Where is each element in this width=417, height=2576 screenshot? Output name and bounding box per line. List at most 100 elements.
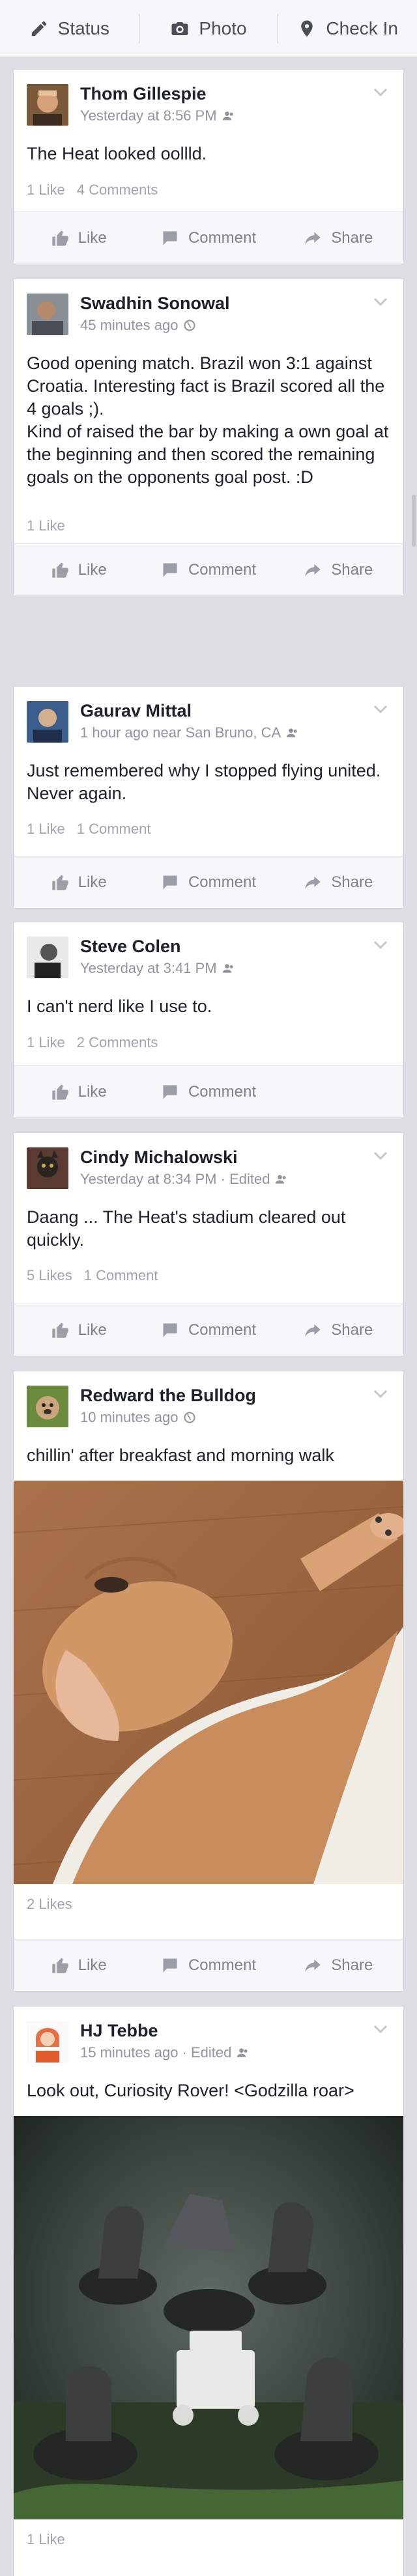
checkin-label: Check In <box>326 18 398 38</box>
status-button[interactable]: Status <box>0 0 139 57</box>
author-name[interactable]: Steve Colen <box>80 937 181 957</box>
like-button[interactable]: Like <box>14 1083 143 1101</box>
share-button[interactable]: Share <box>274 561 403 579</box>
comment-button[interactable]: Comment <box>143 1956 273 1975</box>
comment-count[interactable]: 1 Comment <box>84 1267 158 1284</box>
comment-icon <box>163 231 177 245</box>
post-photo[interactable] <box>14 2116 403 2519</box>
like-label: Like <box>78 228 107 247</box>
action-bar: Like Comment Share <box>14 1304 403 1356</box>
thumbs-up-icon <box>51 562 68 578</box>
comment-button[interactable]: Comment <box>143 561 273 579</box>
comment-icon <box>163 875 177 889</box>
timestamp[interactable]: 10 minutes ago <box>80 1409 178 1426</box>
comment-icon <box>163 1323 177 1337</box>
author-name[interactable]: Redward the Bulldog <box>80 1386 256 1406</box>
author-name[interactable]: HJ Tebbe <box>80 2021 158 2041</box>
chevron-down-icon[interactable] <box>373 705 388 719</box>
share-button[interactable]: Share <box>274 229 403 247</box>
post-counts: 1 Like <box>27 517 65 534</box>
chevron-down-icon[interactable] <box>373 88 388 102</box>
post-counts: 1 Like <box>27 2531 65 2548</box>
timestamp[interactable]: 15 minutes ago · Edited <box>80 2044 231 2061</box>
post-meta: 10 minutes ago <box>80 1409 196 1426</box>
post-meta: Yesterday at 3:41 PM <box>80 960 235 977</box>
share-arrow-icon <box>305 232 321 244</box>
checkin-button[interactable]: Check In <box>278 0 417 57</box>
post-meta: Yesterday at 8:34 PM · Edited <box>80 1171 288 1188</box>
author-name[interactable]: Thom Gillespie <box>80 84 207 104</box>
share-label: Share <box>331 873 373 891</box>
comment-button[interactable]: Comment <box>143 229 273 247</box>
post-card: Redward the Bulldog 10 minutes ago chill… <box>13 1371 404 1992</box>
share-label: Share <box>331 1321 373 1339</box>
timestamp[interactable]: Yesterday at 3:41 PM <box>80 960 217 977</box>
chevron-down-icon[interactable] <box>373 297 388 312</box>
like-count[interactable]: 1 Like <box>27 517 65 534</box>
avatar[interactable] <box>27 84 68 126</box>
like-label: Like <box>78 1321 107 1339</box>
comment-label: Comment <box>188 228 256 247</box>
timestamp[interactable]: 1 hour ago near San Bruno, CA <box>80 724 281 741</box>
avatar[interactable] <box>27 1147 68 1189</box>
friends-icon <box>276 1175 287 1184</box>
like-count[interactable]: 2 Likes <box>27 1896 72 1913</box>
post-meta: Yesterday at 8:56 PM <box>80 107 235 124</box>
post-counts: 5 Likes 1 Comment <box>27 1267 158 1284</box>
like-count[interactable]: 1 Like <box>27 2531 65 2548</box>
comment-button[interactable]: Comment <box>143 873 273 892</box>
post-card: Steve Colen Yesterday at 3:41 PM I can't… <box>13 922 404 1118</box>
author-name[interactable]: Cindy Michalowski <box>80 1147 238 1168</box>
comment-icon <box>163 1085 177 1099</box>
share-button[interactable]: Share <box>274 1956 403 1975</box>
avatar[interactable] <box>27 701 68 743</box>
action-bar: Like Comment Share <box>14 856 403 908</box>
pencil-icon <box>31 21 46 36</box>
author-name[interactable]: Gaurav Mittal <box>80 701 192 721</box>
comment-icon <box>163 1958 177 1972</box>
post-photo[interactable] <box>14 1481 403 1884</box>
chevron-down-icon[interactable] <box>373 1151 388 1166</box>
like-button[interactable]: Like <box>14 561 143 579</box>
comment-button[interactable]: Comment <box>143 1083 273 1101</box>
camera-icon <box>171 21 188 35</box>
like-count[interactable]: 5 Likes <box>27 1267 72 1284</box>
friends-icon <box>237 2048 248 2057</box>
post-header: Thom Gillespie Yesterday at 8:56 PM <box>14 70 403 135</box>
post-counts: 1 Like 1 Comment <box>27 821 151 838</box>
like-button[interactable]: Like <box>14 1321 143 1339</box>
avatar[interactable] <box>27 937 68 978</box>
chevron-down-icon[interactable] <box>373 2025 388 2039</box>
like-count[interactable]: 1 Like <box>27 182 65 199</box>
godzilla-photo <box>14 2116 403 2519</box>
timestamp[interactable]: 45 minutes ago <box>80 317 178 334</box>
share-button[interactable]: Share <box>274 1321 403 1339</box>
share-arrow-icon <box>305 1959 321 1971</box>
avatar[interactable] <box>27 294 68 335</box>
photo-button[interactable]: Photo <box>139 0 278 57</box>
comment-count[interactable]: 4 Comments <box>77 182 158 199</box>
chevron-down-icon[interactable] <box>373 1390 388 1404</box>
share-label: Share <box>331 1956 373 1974</box>
thumbs-up-icon <box>51 874 68 890</box>
like-count[interactable]: 1 Like <box>27 821 65 838</box>
chevron-down-icon[interactable] <box>373 940 388 955</box>
timestamp[interactable]: Yesterday at 8:56 PM <box>80 107 217 124</box>
share-button[interactable]: Share <box>274 873 403 892</box>
author-name[interactable]: Swadhin Sonowal <box>80 294 230 314</box>
like-button[interactable]: Like <box>14 229 143 247</box>
comment-count[interactable]: 1 Comment <box>77 821 151 838</box>
timestamp[interactable]: Yesterday at 8:34 PM · Edited <box>80 1171 270 1188</box>
avatar[interactable] <box>27 2021 68 2062</box>
scrollbar[interactable] <box>412 495 416 547</box>
like-label: Like <box>78 873 107 891</box>
post-meta: 1 hour ago near San Bruno, CA <box>80 724 299 741</box>
post-text: Just remembered why I stopped flying uni… <box>27 761 381 803</box>
post-header: Swadhin Sonowal 45 minutes ago <box>14 279 403 344</box>
like-count[interactable]: 1 Like <box>27 1034 65 1051</box>
avatar[interactable] <box>27 1386 68 1427</box>
comment-count[interactable]: 2 Comments <box>77 1034 158 1051</box>
like-button[interactable]: Like <box>14 1956 143 1975</box>
comment-button[interactable]: Comment <box>143 1321 273 1339</box>
like-button[interactable]: Like <box>14 873 143 892</box>
